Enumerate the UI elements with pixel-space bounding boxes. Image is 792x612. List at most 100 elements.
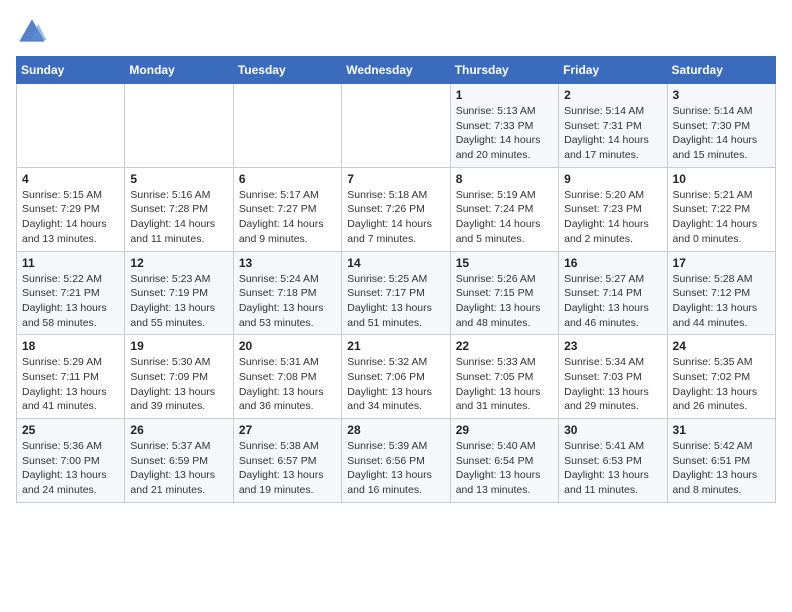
calendar-body: 1 Sunrise: 5:13 AM Sunset: 7:33 PM Daylig… (17, 84, 776, 503)
day-number: 14 (347, 256, 444, 270)
day-number: 2 (564, 88, 661, 102)
day-number: 1 (456, 88, 553, 102)
calendar-cell: 17 Sunrise: 5:28 AM Sunset: 7:12 PM Dayli… (667, 251, 775, 335)
day-info: Sunrise: 5:37 AM Sunset: 6:59 PM Dayligh… (130, 439, 227, 498)
calendar-cell: 7Sunrise: 5:18 AM Sunset: 7:26 PM Daylig… (342, 167, 450, 251)
day-number: 6 (239, 172, 336, 186)
weekday-header: Monday (125, 57, 233, 84)
calendar-cell: 15 Sunrise: 5:26 AM Sunset: 7:15 PM Dayli… (450, 251, 558, 335)
day-info: Sunrise: 5:38 AM Sunset: 6:57 PM Dayligh… (239, 439, 336, 498)
day-number: 16 (564, 256, 661, 270)
calendar-cell (233, 84, 341, 168)
day-number: 26 (130, 423, 227, 437)
day-number: 13 (239, 256, 336, 270)
day-number: 5 (130, 172, 227, 186)
calendar-cell (342, 84, 450, 168)
calendar-cell: 27Sunrise: 5:38 AM Sunset: 6:57 PM Dayli… (233, 419, 341, 503)
day-number: 29 (456, 423, 553, 437)
calendar-cell (125, 84, 233, 168)
day-number: 30 (564, 423, 661, 437)
calendar-cell: 31 Sunrise: 5:42 AM Sunset: 6:51 PM Dayli… (667, 419, 775, 503)
day-info: Sunrise: 5:35 AM Sunset: 7:02 PM Dayligh… (673, 355, 770, 414)
day-info: Sunrise: 5:40 AM Sunset: 6:54 PM Dayligh… (456, 439, 553, 498)
calendar-cell: 25 Sunrise: 5:36 AM Sunset: 7:00 PM Dayli… (17, 419, 125, 503)
day-info: Sunrise: 5:14 AM Sunset: 7:31 PM Dayligh… (564, 104, 661, 163)
calendar-cell: 23Sunrise: 5:34 AM Sunset: 7:03 PM Dayli… (559, 335, 667, 419)
day-info: Sunrise: 5:13 AM Sunset: 7:33 PM Dayligh… (456, 104, 553, 163)
calendar-cell: 1 Sunrise: 5:13 AM Sunset: 7:33 PM Daylig… (450, 84, 558, 168)
weekday-header: Friday (559, 57, 667, 84)
weekday-header: Wednesday (342, 57, 450, 84)
day-info: Sunrise: 5:22 AM Sunset: 7:21 PM Dayligh… (22, 272, 119, 331)
day-number: 21 (347, 339, 444, 353)
calendar-cell: 16 Sunrise: 5:27 AM Sunset: 7:14 PM Dayli… (559, 251, 667, 335)
weekday-header: Saturday (667, 57, 775, 84)
calendar-cell: 8 Sunrise: 5:19 AM Sunset: 7:24 PM Daylig… (450, 167, 558, 251)
calendar-cell: 20 Sunrise: 5:31 AM Sunset: 7:08 PM Dayli… (233, 335, 341, 419)
calendar-cell: 5 Sunrise: 5:16 AM Sunset: 7:28 PM Daylig… (125, 167, 233, 251)
calendar-week-row: 4 Sunrise: 5:15 AM Sunset: 7:29 PM Daylig… (17, 167, 776, 251)
calendar-cell: 3 Sunrise: 5:14 AM Sunset: 7:30 PM Daylig… (667, 84, 775, 168)
day-info: Sunrise: 5:27 AM Sunset: 7:14 PM Dayligh… (564, 272, 661, 331)
day-info: Sunrise: 5:23 AM Sunset: 7:19 PM Dayligh… (130, 272, 227, 331)
day-info: Sunrise: 5:33 AM Sunset: 7:05 PM Dayligh… (456, 355, 553, 414)
day-number: 17 (673, 256, 770, 270)
day-info: Sunrise: 5:41 AM Sunset: 6:53 PM Dayligh… (564, 439, 661, 498)
day-number: 20 (239, 339, 336, 353)
day-info: Sunrise: 5:15 AM Sunset: 7:29 PM Dayligh… (22, 188, 119, 247)
calendar-week-row: 18Sunrise: 5:29 AM Sunset: 7:11 PM Dayli… (17, 335, 776, 419)
day-info: Sunrise: 5:25 AM Sunset: 7:17 PM Dayligh… (347, 272, 444, 331)
calendar-week-row: 11Sunrise: 5:22 AM Sunset: 7:21 PM Dayli… (17, 251, 776, 335)
day-info: Sunrise: 5:32 AM Sunset: 7:06 PM Dayligh… (347, 355, 444, 414)
calendar-table: SundayMondayTuesdayWednesdayThursdayFrid… (16, 56, 776, 503)
day-number: 31 (673, 423, 770, 437)
day-info: Sunrise: 5:31 AM Sunset: 7:08 PM Dayligh… (239, 355, 336, 414)
day-info: Sunrise: 5:36 AM Sunset: 7:00 PM Dayligh… (22, 439, 119, 498)
day-info: Sunrise: 5:17 AM Sunset: 7:27 PM Dayligh… (239, 188, 336, 247)
calendar-cell: 18Sunrise: 5:29 AM Sunset: 7:11 PM Dayli… (17, 335, 125, 419)
page-header (16, 16, 776, 48)
weekday-header: Thursday (450, 57, 558, 84)
day-number: 25 (22, 423, 119, 437)
day-info: Sunrise: 5:14 AM Sunset: 7:30 PM Dayligh… (673, 104, 770, 163)
day-info: Sunrise: 5:28 AM Sunset: 7:12 PM Dayligh… (673, 272, 770, 331)
day-info: Sunrise: 5:42 AM Sunset: 6:51 PM Dayligh… (673, 439, 770, 498)
weekday-header: Sunday (17, 57, 125, 84)
day-number: 12 (130, 256, 227, 270)
calendar-cell: 21 Sunrise: 5:32 AM Sunset: 7:06 PM Dayli… (342, 335, 450, 419)
calendar-cell (17, 84, 125, 168)
day-number: 24 (673, 339, 770, 353)
day-info: Sunrise: 5:16 AM Sunset: 7:28 PM Dayligh… (130, 188, 227, 247)
calendar-cell: 13Sunrise: 5:24 AM Sunset: 7:18 PM Dayli… (233, 251, 341, 335)
day-info: Sunrise: 5:39 AM Sunset: 6:56 PM Dayligh… (347, 439, 444, 498)
calendar-cell: 22Sunrise: 5:33 AM Sunset: 7:05 PM Dayli… (450, 335, 558, 419)
day-info: Sunrise: 5:21 AM Sunset: 7:22 PM Dayligh… (673, 188, 770, 247)
calendar-cell: 28Sunrise: 5:39 AM Sunset: 6:56 PM Dayli… (342, 419, 450, 503)
day-info: Sunrise: 5:30 AM Sunset: 7:09 PM Dayligh… (130, 355, 227, 414)
calendar-cell: 4 Sunrise: 5:15 AM Sunset: 7:29 PM Daylig… (17, 167, 125, 251)
calendar-week-row: 1 Sunrise: 5:13 AM Sunset: 7:33 PM Daylig… (17, 84, 776, 168)
day-number: 18 (22, 339, 119, 353)
calendar-cell: 26 Sunrise: 5:37 AM Sunset: 6:59 PM Dayli… (125, 419, 233, 503)
day-number: 9 (564, 172, 661, 186)
day-info: Sunrise: 5:19 AM Sunset: 7:24 PM Dayligh… (456, 188, 553, 247)
day-number: 8 (456, 172, 553, 186)
day-info: Sunrise: 5:34 AM Sunset: 7:03 PM Dayligh… (564, 355, 661, 414)
day-info: Sunrise: 5:20 AM Sunset: 7:23 PM Dayligh… (564, 188, 661, 247)
calendar-cell: 14 Sunrise: 5:25 AM Sunset: 7:17 PM Dayli… (342, 251, 450, 335)
calendar-cell: 2 Sunrise: 5:14 AM Sunset: 7:31 PM Daylig… (559, 84, 667, 168)
day-number: 19 (130, 339, 227, 353)
day-number: 4 (22, 172, 119, 186)
calendar-week-row: 25 Sunrise: 5:36 AM Sunset: 7:00 PM Dayli… (17, 419, 776, 503)
day-number: 7 (347, 172, 444, 186)
calendar-cell: 29 Sunrise: 5:40 AM Sunset: 6:54 PM Dayli… (450, 419, 558, 503)
calendar-header: SundayMondayTuesdayWednesdayThursdayFrid… (17, 57, 776, 84)
day-number: 3 (673, 88, 770, 102)
weekday-row: SundayMondayTuesdayWednesdayThursdayFrid… (17, 57, 776, 84)
day-number: 15 (456, 256, 553, 270)
calendar-cell: 6 Sunrise: 5:17 AM Sunset: 7:27 PM Daylig… (233, 167, 341, 251)
calendar-cell: 12 Sunrise: 5:23 AM Sunset: 7:19 PM Dayli… (125, 251, 233, 335)
calendar-cell: 10Sunrise: 5:21 AM Sunset: 7:22 PM Dayli… (667, 167, 775, 251)
day-info: Sunrise: 5:26 AM Sunset: 7:15 PM Dayligh… (456, 272, 553, 331)
logo-icon (16, 16, 48, 48)
